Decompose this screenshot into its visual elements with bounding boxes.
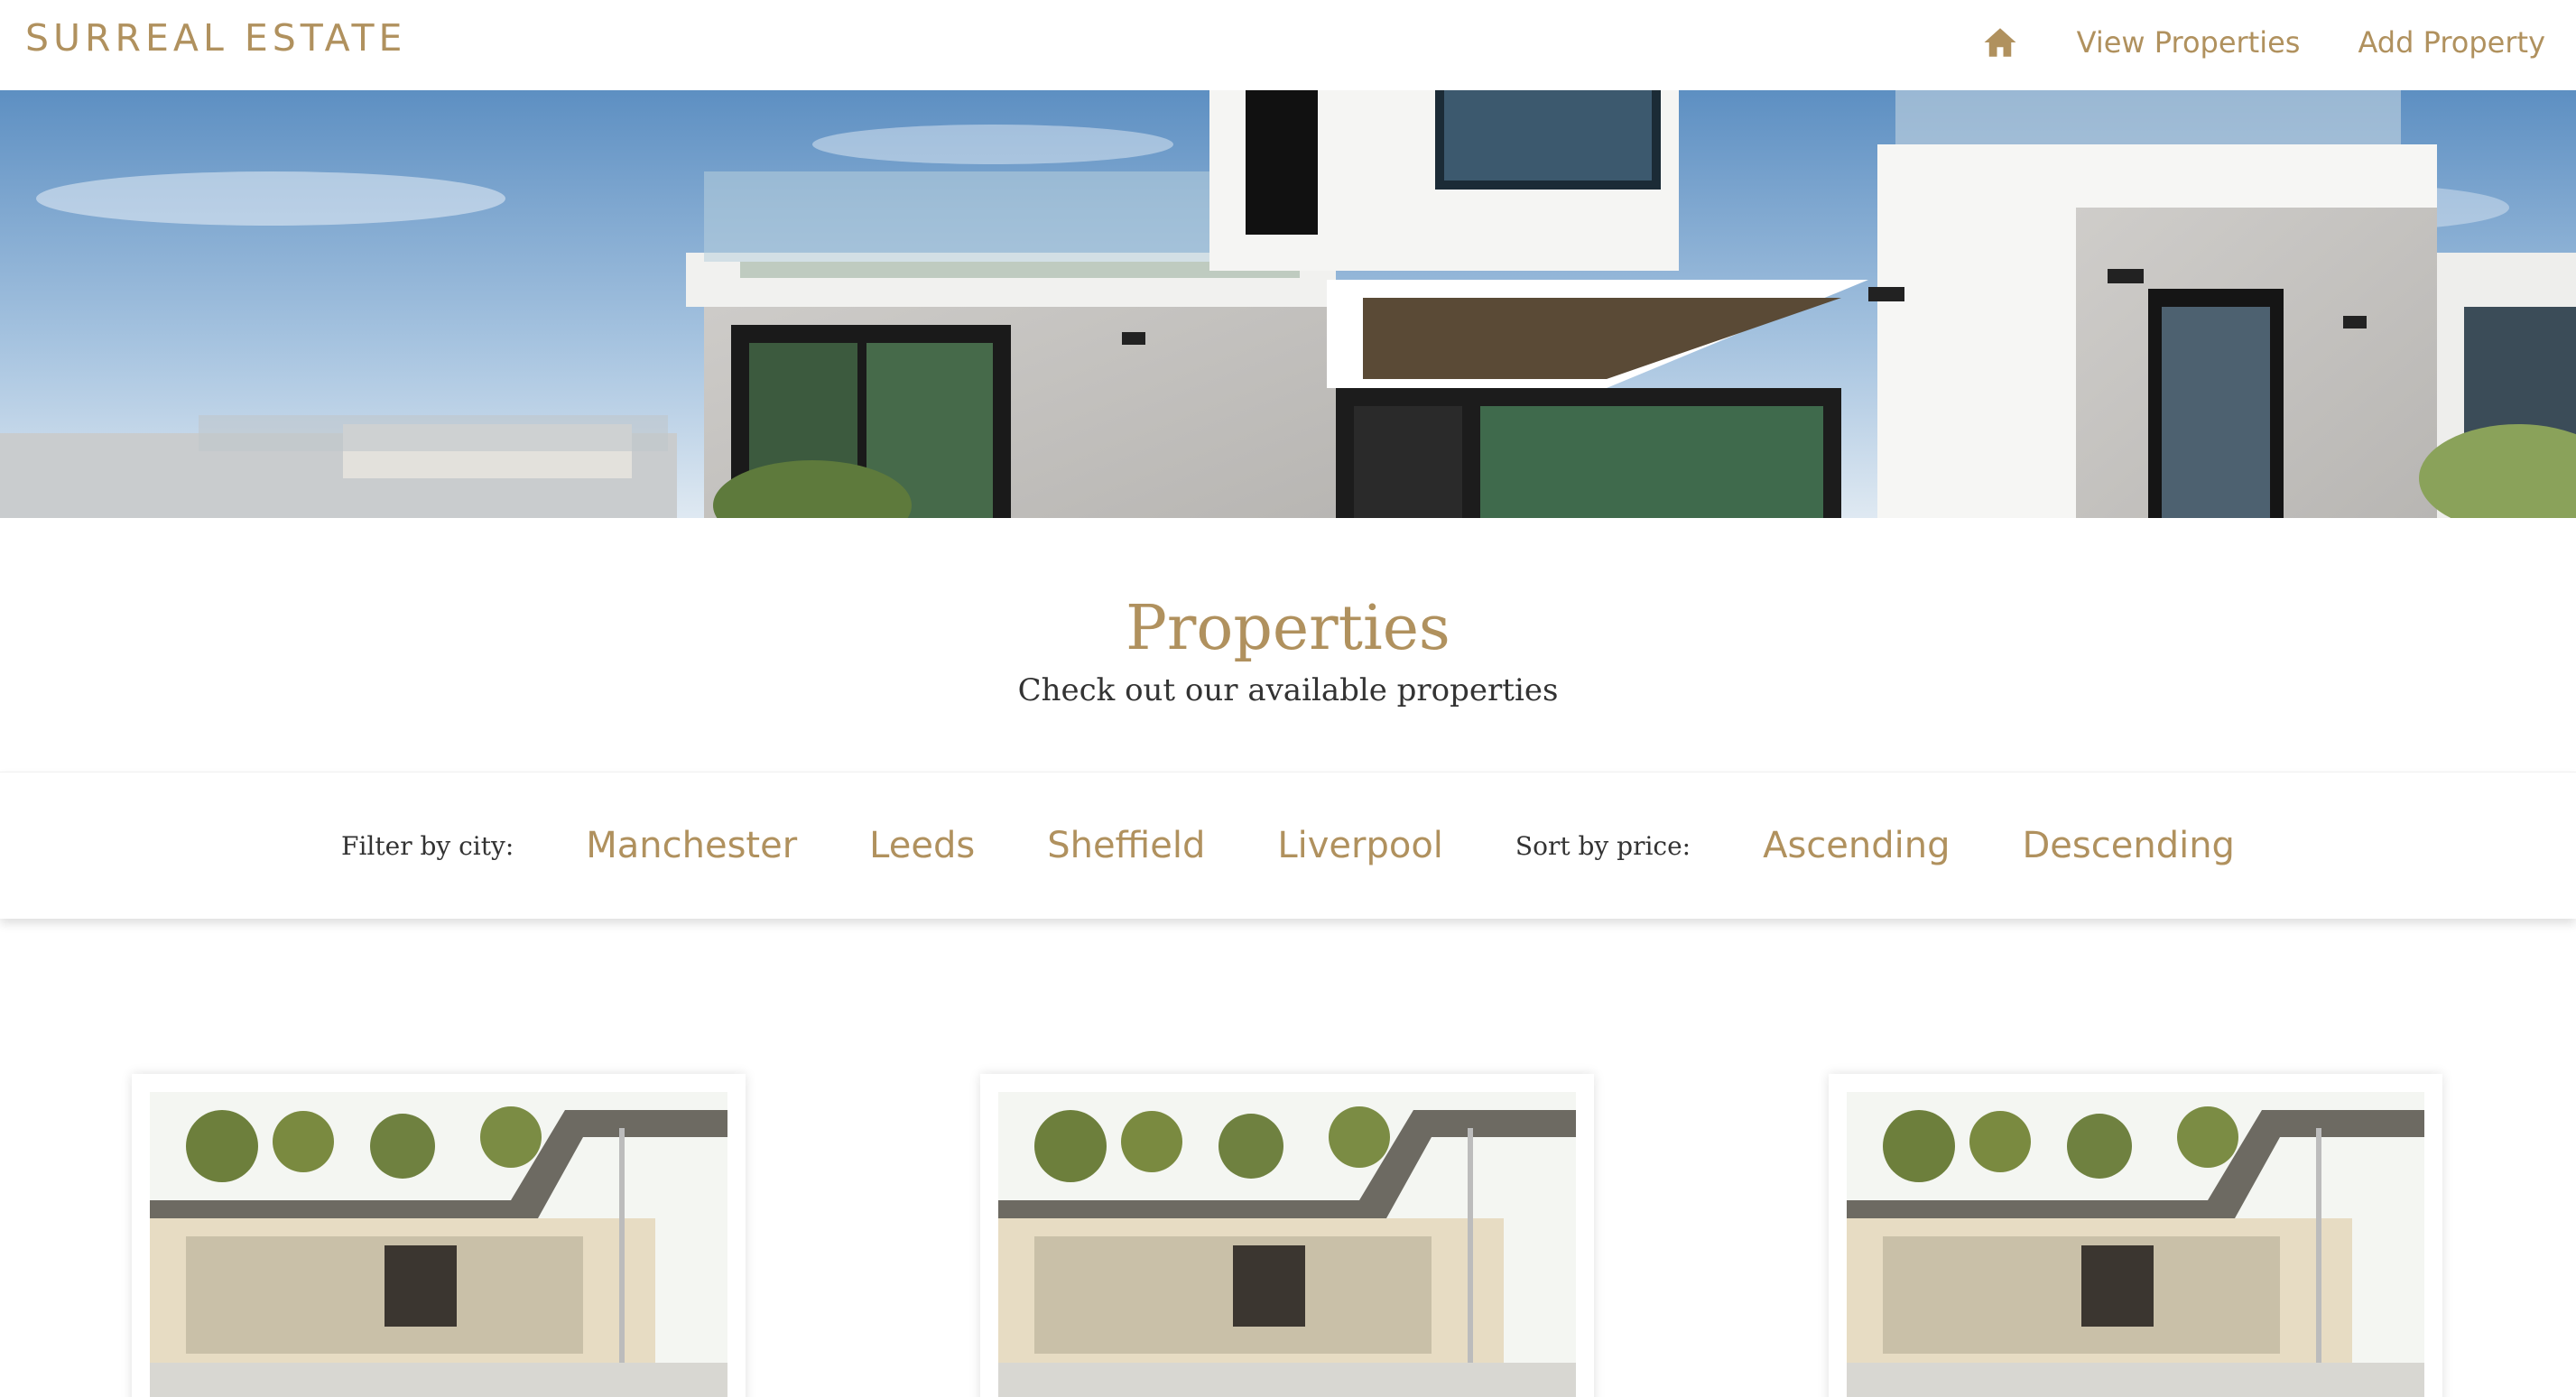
property-image[interactable] (150, 1092, 727, 1397)
nav-links: View Properties Add Property (1981, 23, 2545, 61)
property-card[interactable] (132, 1074, 746, 1397)
sort-descending[interactable]: Descending (2023, 825, 2235, 866)
property-card[interactable] (980, 1074, 1594, 1397)
nav-add-property[interactable]: Add Property (2358, 25, 2545, 60)
property-image[interactable] (998, 1092, 1576, 1397)
property-card[interactable] (1829, 1074, 2442, 1397)
house-photo-icon (150, 1092, 727, 1397)
navbar: SURREAL ESTATE View Properties Add Prope… (0, 0, 2576, 90)
property-image[interactable] (1847, 1092, 2424, 1397)
filter-city-sheffield[interactable]: Sheffield (1047, 825, 1205, 866)
brand-logo[interactable]: SURREAL ESTATE (25, 16, 406, 60)
home-icon[interactable] (1981, 23, 2019, 61)
house-photo-icon (998, 1092, 1576, 1397)
hero-banner (0, 90, 2576, 518)
filter-city-leeds[interactable]: Leeds (869, 825, 975, 866)
sort-price-label: Sort by price: (1515, 830, 1691, 861)
filter-city-manchester[interactable]: Manchester (586, 825, 797, 866)
filter-city-label: Filter by city: (341, 830, 514, 861)
heading-block: Properties Check out our available prope… (0, 593, 2576, 708)
hero-house-image (0, 90, 2576, 518)
filter-bar: Filter by city: Manchester Leeds Sheffie… (0, 772, 2576, 919)
page-title: Properties (1126, 593, 1450, 664)
house-photo-icon (1847, 1092, 2424, 1397)
nav-view-properties[interactable]: View Properties (2077, 25, 2301, 60)
sort-ascending[interactable]: Ascending (1763, 825, 1950, 866)
filter-city-liverpool[interactable]: Liverpool (1277, 825, 1443, 866)
page-subtitle: Check out our available properties (1017, 671, 1559, 708)
page: SURREAL ESTATE View Properties Add Prope… (0, 0, 2576, 1397)
